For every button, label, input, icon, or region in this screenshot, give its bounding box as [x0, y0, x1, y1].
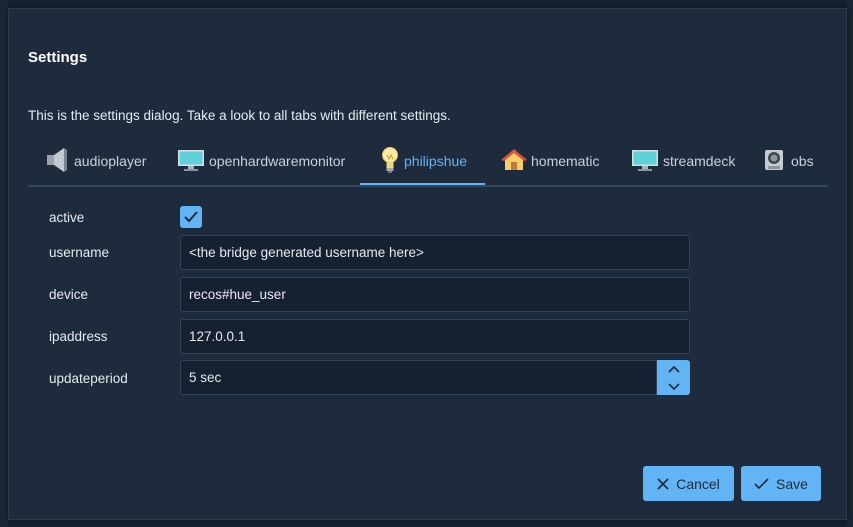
- settings-dialog: Settings This is the settings dialog. Ta…: [8, 8, 847, 520]
- active-tab-indicator: [360, 183, 485, 185]
- close-icon: [657, 477, 669, 490]
- ipaddress-value: 127.0.0.1: [189, 329, 246, 344]
- chevron-up-icon: [667, 365, 680, 373]
- tab-philipshue[interactable]: philipshue: [380, 137, 467, 185]
- camera-icon: [763, 147, 787, 176]
- tab-label: philipshue: [404, 153, 468, 169]
- background-window-right: [847, 0, 853, 527]
- username-label: username: [49, 245, 110, 260]
- device-input[interactable]: recos#hue_user: [180, 277, 690, 312]
- device-value: recos#hue_user: [189, 287, 286, 302]
- cancel-label: Cancel: [676, 475, 720, 492]
- updateperiod-value: 5 sec: [189, 370, 222, 385]
- tab-label: obs: [791, 153, 814, 169]
- tab-label: openhardwaremonitor: [209, 153, 346, 169]
- lightbulb-icon: [380, 146, 400, 177]
- save-button[interactable]: Save: [741, 466, 821, 501]
- dialog-title: Settings: [28, 49, 88, 66]
- settings-tabs: audioplayer openhardwaremonitor philipsh…: [28, 137, 828, 187]
- username-value: <the bridge generated username here>: [189, 245, 424, 260]
- active-label: active: [49, 210, 85, 225]
- updateperiod-label: updateperiod: [49, 371, 128, 386]
- tab-homematic[interactable]: homematic: [501, 137, 599, 185]
- dialog-description: This is the settings dialog. Take a look…: [28, 108, 451, 123]
- speaker-icon: [46, 147, 70, 176]
- cancel-button[interactable]: Cancel: [643, 466, 734, 501]
- updateperiod-stepper: [657, 360, 690, 395]
- tab-label: audioplayer: [74, 153, 147, 169]
- tab-obs[interactable]: obs: [763, 137, 814, 185]
- device-label: device: [49, 287, 89, 302]
- updateperiod-input[interactable]: 5 sec: [180, 360, 657, 395]
- tab-streamdeck[interactable]: streamdeck: [631, 137, 735, 185]
- increment-button[interactable]: [657, 360, 690, 377]
- monitor-icon: [631, 148, 659, 175]
- ipaddress-label: ipaddress: [49, 329, 108, 344]
- save-label: Save: [776, 475, 808, 492]
- tab-openhardwaremonitor[interactable]: openhardwaremonitor: [177, 137, 345, 185]
- chevron-down-icon: [667, 382, 680, 390]
- tab-audioplayer[interactable]: audioplayer: [46, 137, 146, 185]
- tab-label: homematic: [531, 153, 600, 169]
- tab-label: streamdeck: [663, 153, 736, 169]
- username-input[interactable]: <the bridge generated username here>: [180, 235, 690, 270]
- ipaddress-input[interactable]: 127.0.0.1: [180, 319, 690, 354]
- decrement-button[interactable]: [657, 378, 690, 395]
- checkmark-icon: [184, 211, 198, 223]
- house-icon: [501, 148, 527, 175]
- monitor-icon: [177, 148, 205, 175]
- background-window-left: [0, 0, 8, 527]
- active-checkbox[interactable]: [180, 206, 202, 228]
- checkmark-icon: [754, 477, 769, 489]
